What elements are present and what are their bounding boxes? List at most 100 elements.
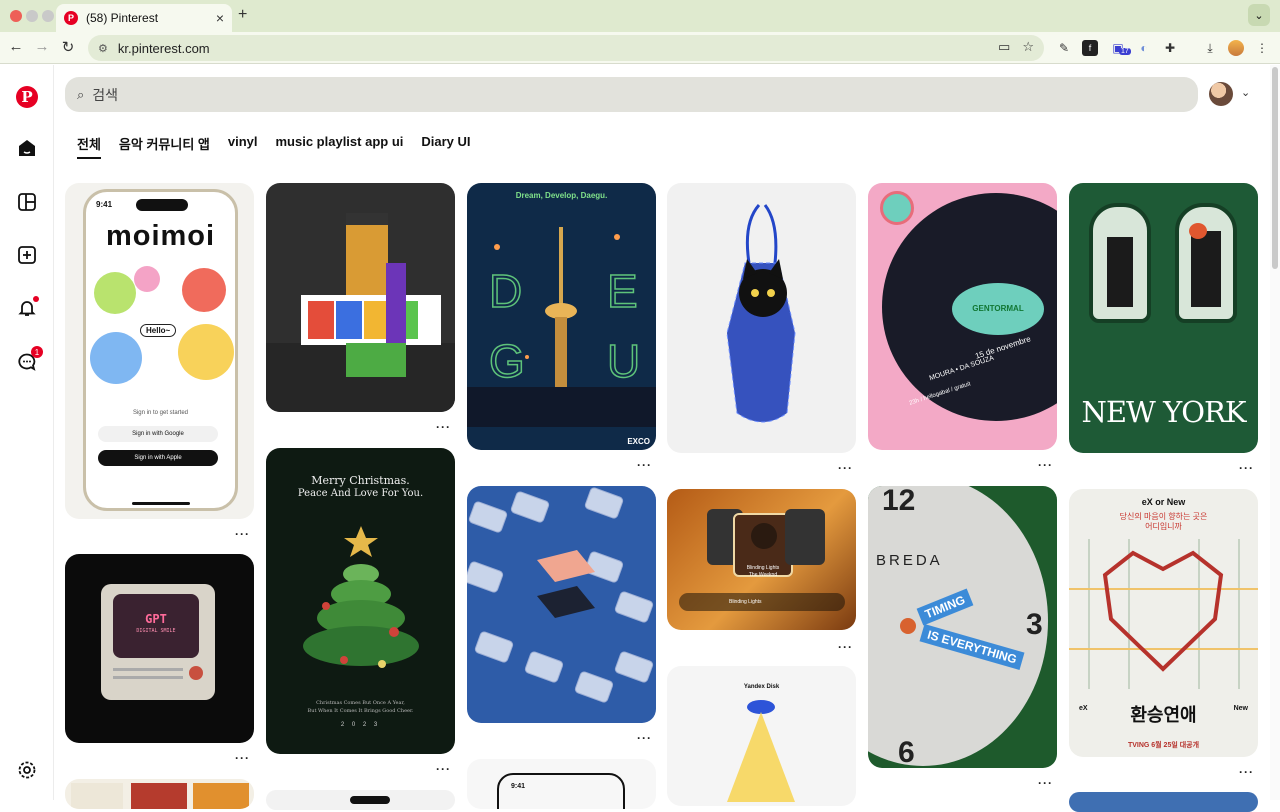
calendar-extension-icon[interactable]: ▣ 17 [1110, 40, 1131, 56]
pin-more-button[interactable]: ··· [838, 461, 853, 475]
player-control-bar: Blinding Lights [679, 593, 845, 611]
wireframe-time: 9:41 [511, 783, 526, 790]
pin-gpt-retro-tv[interactable]: GPT DIGITAL SMILE [65, 554, 254, 743]
phone-mockup: 9:41 moimoi Hello~ Sign in to get starte… [83, 189, 238, 511]
pin-music-player-ui[interactable]: Blinding Lights The Weeknd Blinding Ligh… [667, 489, 856, 630]
search-bar[interactable]: ⌕ 검색 [65, 77, 1198, 112]
yellow-blob-character [178, 324, 234, 380]
player-bar-song-title: Blinding Lights [729, 599, 762, 605]
account-chevron-down-icon[interactable]: ⌄ [1241, 86, 1250, 99]
retro-tv-screen: GPT DIGITAL SMILE [113, 594, 199, 658]
red-hair [1189, 223, 1207, 239]
minimize-window-button[interactable] [26, 10, 38, 22]
pin-vinyl-record-poster[interactable]: GENTORMAL 15 de novembre MOURA • DA SOUZ… [868, 183, 1057, 450]
pinterest-favicon-icon: P [64, 11, 78, 25]
pin-more-button[interactable]: ··· [637, 458, 652, 472]
new-tab-button[interactable]: + [238, 6, 247, 24]
scrollbar-thumb[interactable] [1272, 67, 1278, 269]
pin-christmas-card[interactable]: Merry Christmas. Peace And Love For You.… [266, 448, 455, 754]
profile-avatar-icon[interactable] [1228, 40, 1244, 56]
pin-more-button[interactable]: ··· [235, 751, 250, 765]
pin-more-button[interactable]: ··· [838, 640, 853, 654]
explore-icon[interactable] [15, 190, 39, 214]
eyedropper-extension-icon[interactable]: ✎ [1056, 40, 1072, 56]
pinterest-logo-icon[interactable]: P [15, 85, 39, 109]
chip-music-playlist-app-ui[interactable]: music playlist app ui [276, 134, 404, 159]
pinterest-sidebar: P 1 [0, 65, 54, 800]
transit-romance-title: 환승연애 [1130, 705, 1197, 725]
pin-breda-watch[interactable]: 12 3 6 BREDA TIMING IS EVERYTHING [868, 486, 1057, 768]
pin-phone-wireframe[interactable]: 9:41 [467, 759, 656, 809]
pin-more-button[interactable]: ··· [235, 527, 250, 541]
reload-icon[interactable]: ↻ [58, 38, 78, 56]
forward-arrow-icon[interactable]: → [32, 38, 52, 55]
gpt-screen-title: GPT [145, 612, 167, 626]
pin-cat-mesh-bag[interactable] [667, 183, 856, 453]
back-arrow-icon[interactable]: ← [6, 38, 26, 55]
chip-vinyl[interactable]: vinyl [228, 134, 258, 159]
pin-exchange-romance-poster[interactable]: eX or New 당신의 마음이 향하는 곳은 어디입니까 eX New 환승… [1069, 489, 1258, 757]
pin-isometric-keyboard[interactable] [467, 486, 656, 723]
new-york-title: NEW YORK [1081, 395, 1247, 429]
pin-daegu-poster[interactable]: Dream, Develop, Daegu. D E G U EXCO [467, 183, 656, 450]
watch-number-6: 6 [898, 736, 915, 768]
christmas-tree-illustration [303, 526, 419, 668]
vinyl-brand: GENTORMAL [972, 304, 1024, 313]
messages-icon[interactable]: 1 [15, 346, 43, 374]
daegu-tower-illustration: D E G U [467, 227, 656, 427]
sphere-extension-icon[interactable]: ◐ [1136, 40, 1152, 56]
red-blob-character [182, 268, 226, 312]
album-card [785, 509, 825, 565]
settings-gear-icon[interactable] [15, 758, 39, 782]
browser-tab-strip: P (58) Pinterest × + ⌄ [0, 0, 1280, 32]
pin-more-button[interactable]: ··· [637, 731, 652, 745]
pin-more-button[interactable]: ··· [1038, 776, 1053, 790]
pin-more-button[interactable]: ··· [1239, 765, 1254, 779]
pin-moimoi-app[interactable]: 9:41 moimoi Hello~ Sign in to get starte… [65, 183, 254, 519]
chip-music-community-app[interactable]: 음악 커뮤니티 앱 [119, 134, 210, 159]
phone-wireframe-outline [497, 773, 625, 809]
download-icon[interactable]: ⤓ [1202, 40, 1218, 56]
pin-new-york-subway[interactable]: NEW YORK [1069, 183, 1258, 453]
address-bar[interactable]: ⚙ kr.pinterest.com ▭ ☆ [88, 35, 1044, 61]
user-avatar[interactable] [1209, 82, 1233, 106]
create-icon[interactable] [15, 243, 39, 267]
christmas-line-1: Merry Christmas. [311, 474, 410, 487]
watch-face [868, 486, 1048, 766]
page-scrollbar[interactable] [1270, 65, 1280, 800]
close-window-button[interactable] [10, 10, 22, 22]
pin-film-roll-illustration[interactable] [266, 183, 455, 412]
chip-diary-ui[interactable]: Diary UI [421, 134, 470, 159]
pin-partial[interactable] [266, 790, 455, 810]
svg-text:D: D [489, 265, 522, 317]
site-info-icon[interactable]: ⚙ [98, 42, 108, 55]
browser-menu-icon[interactable]: ⋮ [1254, 40, 1270, 56]
christmas-line-2: Peace And Love For You. [297, 488, 424, 499]
pin-more-button[interactable]: ··· [1239, 461, 1254, 475]
notifications-bell-icon[interactable] [15, 296, 39, 320]
browser-toolbar: ← → ↻ ⚙ kr.pinterest.com ▭ ☆ ✎ f ▣ 17 ◐ … [0, 32, 1280, 64]
chip-all[interactable]: 전체 [77, 134, 101, 159]
pin-partial-blue[interactable] [1069, 792, 1258, 812]
hello-bubble: Hello~ [140, 324, 177, 337]
zoom-window-button[interactable] [42, 10, 54, 22]
green-blob-character [94, 272, 136, 314]
search-input[interactable]: 검색 [92, 85, 118, 105]
extensions-puzzle-icon[interactable]: ✚ [1162, 40, 1178, 56]
cast-icon[interactable]: ▭ [998, 39, 1010, 55]
passenger-silhouette [1107, 237, 1133, 307]
subway-heart-map [1069, 539, 1258, 689]
font-extension-icon[interactable]: f [1082, 40, 1098, 56]
home-icon[interactable] [15, 136, 39, 160]
pin-more-button[interactable]: ··· [436, 762, 451, 776]
browser-tab-pinterest[interactable]: P (58) Pinterest × [56, 4, 232, 32]
google-signin-button: Sign in with Google [98, 426, 218, 442]
pin-more-button[interactable]: ··· [436, 420, 451, 434]
pin-yandex-disk[interactable]: Yandex Disk [667, 666, 856, 806]
pin-more-button[interactable]: ··· [1038, 458, 1053, 472]
tab-close-icon[interactable]: × [216, 10, 224, 26]
bookmark-star-icon[interactable]: ☆ [1022, 39, 1034, 55]
tab-search-chevron-icon[interactable]: ⌄ [1248, 4, 1270, 26]
moimoi-title: moimoi [105, 220, 216, 252]
pin-posters-partial[interactable] [65, 779, 254, 809]
